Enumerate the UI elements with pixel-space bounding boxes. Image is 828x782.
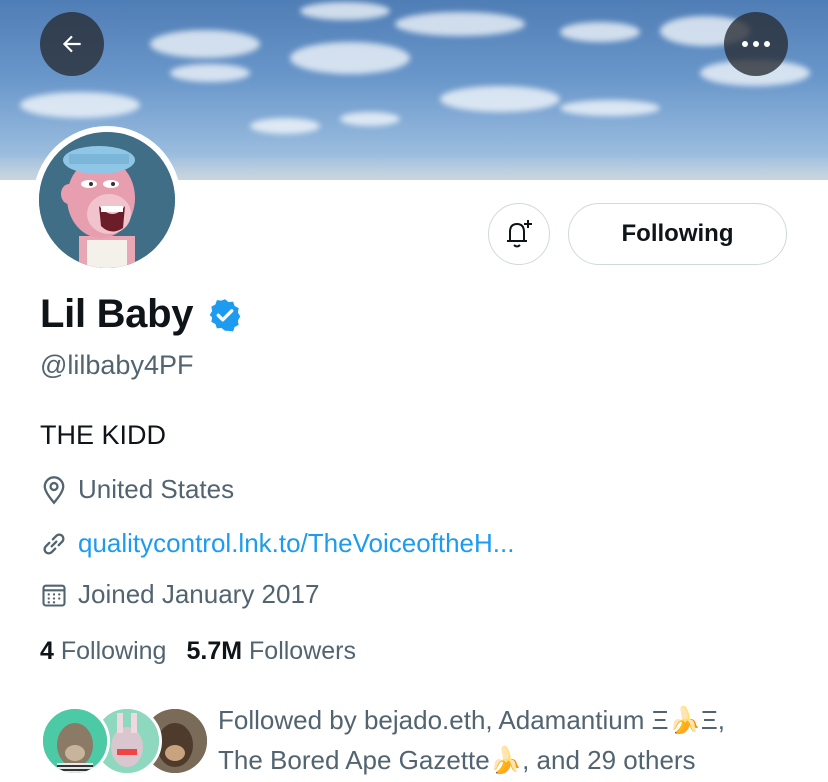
bell-plus-icon xyxy=(507,220,532,248)
following-button-label: Following xyxy=(621,220,734,247)
more-horizontal-icon xyxy=(742,41,770,47)
website-row: qualitycontrol.lnk.to/TheVoiceoftheH... xyxy=(40,528,514,559)
calendar-icon xyxy=(42,584,66,607)
followers-count-link[interactable]: 5.7M Followers xyxy=(186,637,356,666)
followers-count-label: Followers xyxy=(249,637,356,665)
followers-count: 5.7M xyxy=(186,637,243,665)
website-link[interactable]: qualitycontrol.lnk.to/TheVoiceoftheH... xyxy=(78,528,514,559)
profile-name-row: Lil Baby xyxy=(40,292,243,337)
location-pin-icon xyxy=(43,475,65,504)
followed-by-text[interactable]: Followed by bejado.eth, Adamantium Ξ🍌Ξ, … xyxy=(218,700,818,780)
joined-text: Joined January 2017 xyxy=(78,579,320,609)
following-button[interactable]: Following xyxy=(568,203,787,265)
location-row: United States xyxy=(40,474,234,505)
link-icon xyxy=(43,532,65,555)
more-options-button[interactable] xyxy=(724,12,788,76)
following-count-label: Following xyxy=(60,637,167,665)
notifications-button[interactable] xyxy=(488,203,550,265)
following-count-link[interactable]: 4 Following xyxy=(40,637,166,666)
followed-by-line-1: Followed by bejado.eth, Adamantium Ξ🍌Ξ, xyxy=(218,705,725,735)
location-text: United States xyxy=(78,474,235,504)
following-count: 4 xyxy=(40,637,54,665)
verified-badge-icon xyxy=(209,298,241,331)
ape-avatar-image xyxy=(39,132,175,268)
follow-counts: 4 Following 5.7M Followers xyxy=(40,637,376,666)
arrow-left-icon xyxy=(62,35,81,53)
back-button[interactable] xyxy=(40,12,104,76)
profile-avatar[interactable] xyxy=(33,126,181,274)
joined-row: Joined January 2017 xyxy=(40,579,319,610)
follower-avatar-1 xyxy=(40,706,110,776)
followed-by-line-2: The Bored Ape Gazette🍌, and 29 others xyxy=(218,745,696,775)
display-name: Lil Baby xyxy=(40,292,194,336)
profile-bio: THE KIDD xyxy=(40,420,167,450)
followers-you-know-avatars[interactable] xyxy=(40,706,210,776)
profile-handle: @lilbaby4PF xyxy=(40,350,194,380)
